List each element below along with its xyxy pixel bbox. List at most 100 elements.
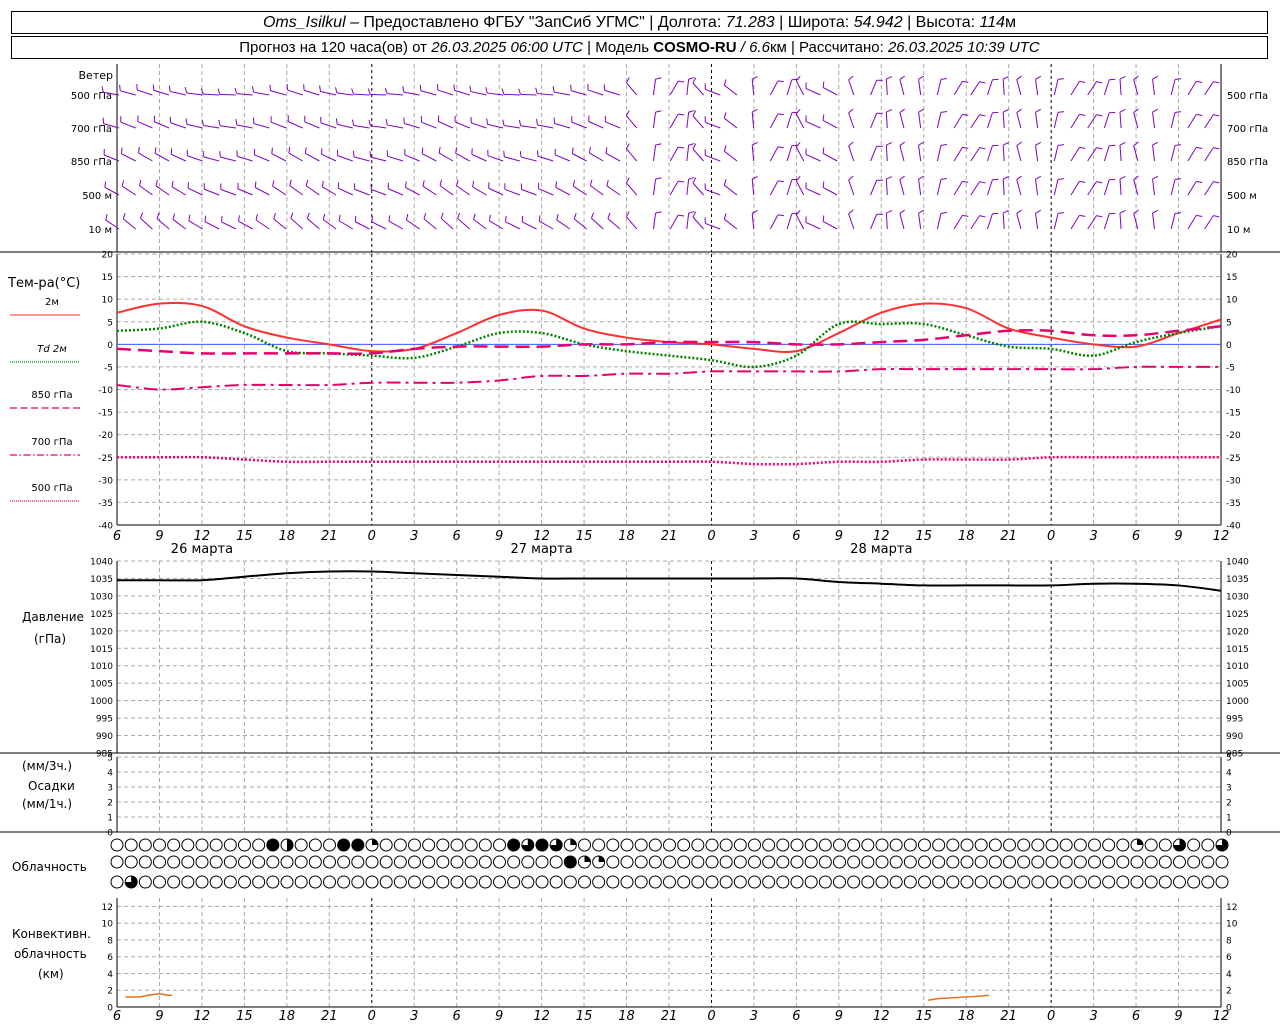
cloud-circle — [1201, 855, 1215, 869]
cloud-circle — [252, 855, 266, 869]
wind-barb-flag — [457, 212, 461, 219]
wind-barb — [795, 108, 805, 129]
cloud-symbol — [393, 855, 407, 869]
wind-barb — [520, 183, 537, 196]
x-hour-label-bottom: 6 — [1132, 1009, 1140, 1024]
wind-barb — [588, 115, 604, 129]
wind-barb — [652, 143, 662, 162]
wind-barb-flag — [1119, 142, 1126, 146]
wind-barb-flag — [1035, 108, 1042, 113]
wind-barb-shaft — [805, 120, 821, 129]
cloud-fill-1q — [372, 839, 378, 845]
wind-barb-flag — [777, 214, 784, 217]
wind-barb-flag — [352, 150, 355, 157]
wind-barb — [203, 183, 220, 196]
x-hour-label-bottom: 9 — [1174, 1009, 1182, 1024]
wind-barb-shaft — [626, 148, 638, 162]
cloud-circle — [790, 838, 804, 852]
wind-barb-flag — [188, 214, 191, 221]
wind-barb — [187, 182, 203, 196]
cloud-circle — [1003, 855, 1016, 869]
cloud-symbol — [1201, 838, 1215, 852]
wind-barb-shaft — [272, 185, 287, 196]
wind-barb — [1152, 108, 1159, 129]
cloud-circle — [918, 855, 931, 869]
cloud-symbol — [677, 838, 691, 852]
wind-barb-shaft — [885, 178, 888, 196]
wind-barb-shaft — [154, 121, 170, 129]
cloud-symbol — [365, 875, 379, 889]
wind-barb-shaft — [437, 89, 454, 96]
wind-barb-flag — [1213, 81, 1220, 84]
cloud-circle — [691, 855, 705, 869]
wind-barb-shaft — [1103, 213, 1110, 230]
x-hour-label-bottom: 0 — [1047, 1009, 1055, 1024]
wind-barb — [1119, 210, 1126, 230]
wind-barb-flag — [505, 215, 507, 222]
wind-barb-flag — [138, 147, 140, 154]
wind-barb — [848, 141, 855, 162]
cloud-symbol — [1215, 875, 1229, 889]
temp-series-line — [116, 365, 1222, 391]
y-tick-label-right: 0 — [1226, 829, 1232, 839]
wind-barb-flag — [485, 87, 488, 94]
wind-barb — [805, 216, 821, 230]
wind-barb-shaft — [1152, 145, 1155, 162]
wind-barb-flag — [1016, 75, 1022, 80]
wind-barb-shaft — [220, 189, 237, 196]
wind-barb — [320, 116, 337, 129]
cloud-circle — [889, 875, 903, 889]
wind-barb — [822, 114, 838, 129]
cloud-circle — [748, 855, 761, 869]
cloud-symbol — [110, 838, 124, 852]
wind-barb-flag — [573, 212, 577, 219]
wind-barb — [188, 214, 203, 230]
cloud-circle — [138, 875, 152, 889]
cloud-circle — [592, 838, 606, 852]
wind-barb — [156, 212, 170, 230]
cloud-symbol — [790, 875, 804, 889]
wind-barb — [286, 84, 303, 96]
wind-barb-shaft — [336, 92, 353, 96]
wind-barb-flag — [423, 212, 427, 220]
wind-barb — [1035, 175, 1042, 196]
wind-barb — [486, 118, 504, 129]
x-hour-label-bottom: 0 — [368, 1009, 376, 1024]
wind-barb — [137, 115, 153, 129]
wind-barb — [1053, 144, 1064, 162]
wind-barb-shaft — [1087, 114, 1097, 129]
cloud-symbol — [733, 875, 747, 889]
wind-barb-shaft — [1087, 81, 1097, 96]
wind-barb — [795, 141, 805, 162]
wind-barb-flag — [688, 77, 695, 80]
x-hour-label: 6 — [792, 529, 800, 544]
wind-barb-flag — [105, 214, 108, 221]
wind-barb-flag — [723, 213, 727, 220]
cloud-symbol — [181, 855, 195, 869]
wind-barb — [440, 212, 454, 230]
cloud-symbol — [238, 838, 251, 852]
wind-barb — [304, 147, 320, 162]
cloud-symbol — [634, 855, 648, 869]
cloud-symbol — [408, 838, 421, 852]
wind-barb-shaft — [353, 125, 370, 129]
temp-title: Тем-ра(°С) — [7, 276, 80, 291]
wind-barb-flag — [290, 212, 294, 219]
wind-barb-flag — [886, 109, 893, 113]
wind-barb — [253, 148, 270, 162]
wind-barb-shaft — [1002, 79, 1005, 96]
wind-barb — [155, 179, 170, 196]
cloud-circle — [294, 855, 308, 869]
wind-barb-flag — [979, 81, 986, 84]
wind-barb — [288, 147, 303, 162]
cloud-symbol — [337, 875, 351, 889]
cloud-fill-full — [266, 839, 279, 851]
wind-barb-shaft — [1170, 79, 1176, 96]
wind-barb-shaft — [488, 187, 504, 196]
wind-barb-shaft — [253, 123, 270, 129]
cloud-circle — [762, 855, 776, 869]
cloud-symbol — [1144, 855, 1158, 869]
wind-barb-shaft — [1002, 179, 1005, 196]
wind-barb — [456, 179, 471, 196]
wind-barb — [420, 116, 437, 129]
